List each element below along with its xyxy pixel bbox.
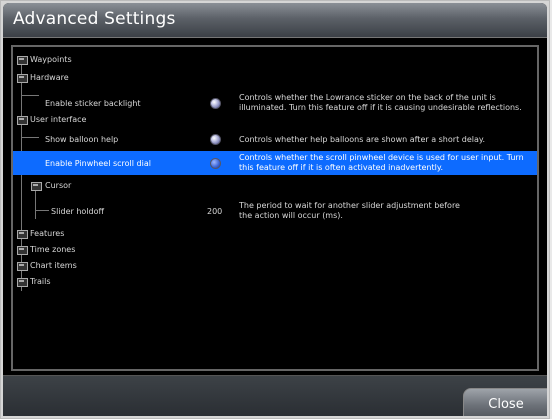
sticker-backlight-toggle[interactable] bbox=[210, 98, 221, 109]
setting-label: Enable sticker backlight bbox=[45, 99, 141, 108]
folder-icon bbox=[17, 278, 28, 287]
settings-tree-panel[interactable]: Waypoints Hardware Enable sticker backli… bbox=[11, 45, 539, 371]
folder-open-icon bbox=[17, 74, 28, 83]
title-bar: Advanced Settings bbox=[3, 3, 547, 38]
setting-label: Enable Pinwheel scroll dial bbox=[45, 159, 151, 168]
setting-description: Controls whether help balloons are shown… bbox=[239, 135, 486, 144]
folder-icon bbox=[17, 56, 28, 65]
tree-item-label: Cursor bbox=[45, 181, 72, 190]
advanced-settings-window: Advanced Settings Waypoints Hardware Ena… bbox=[3, 3, 547, 416]
tree-item-label: Features bbox=[30, 229, 65, 238]
tree-item-label: Trails bbox=[30, 277, 51, 286]
setting-label: Show balloon help bbox=[45, 135, 119, 144]
pinwheel-scroll-toggle[interactable] bbox=[210, 158, 221, 169]
setting-label: Slider holdoff bbox=[51, 207, 105, 216]
tree-item-label: Hardware bbox=[30, 73, 69, 82]
tree-item-label: Chart items bbox=[30, 261, 77, 270]
setting-row-sticker-backlight[interactable]: Enable sticker backlight Controls whethe… bbox=[13, 93, 537, 121]
folder-icon bbox=[17, 246, 28, 255]
folder-open-icon bbox=[17, 116, 28, 125]
tree-item-label: User interface bbox=[30, 115, 87, 124]
tree-item-label: Waypoints bbox=[30, 55, 72, 64]
folder-open-icon bbox=[31, 182, 42, 191]
setting-description: Controls whether the scroll pinwheel dev… bbox=[239, 153, 524, 172]
close-button[interactable]: Close bbox=[463, 388, 547, 416]
bottom-bar: Close bbox=[3, 375, 547, 416]
slider-holdoff-value[interactable]: 200 bbox=[207, 207, 222, 216]
balloon-help-toggle[interactable] bbox=[210, 134, 221, 145]
tree-item-label: Time zones bbox=[30, 245, 76, 254]
setting-row-pinwheel-scroll[interactable]: Enable Pinwheel scroll dial Controls whe… bbox=[13, 151, 537, 175]
window-title: Advanced Settings bbox=[13, 9, 176, 29]
setting-row-balloon-help[interactable]: Show balloon help Controls whether help … bbox=[13, 133, 537, 147]
folder-icon bbox=[17, 262, 28, 271]
folder-icon bbox=[17, 230, 28, 239]
setting-description: The period to wait for another slider ad… bbox=[239, 201, 460, 220]
setting-row-slider-holdoff[interactable]: Slider holdoff 200 The period to wait fo… bbox=[13, 199, 537, 223]
setting-description: Controls whether the Lowrance sticker on… bbox=[239, 93, 522, 112]
screen-frame: Advanced Settings Waypoints Hardware Ena… bbox=[0, 0, 550, 419]
